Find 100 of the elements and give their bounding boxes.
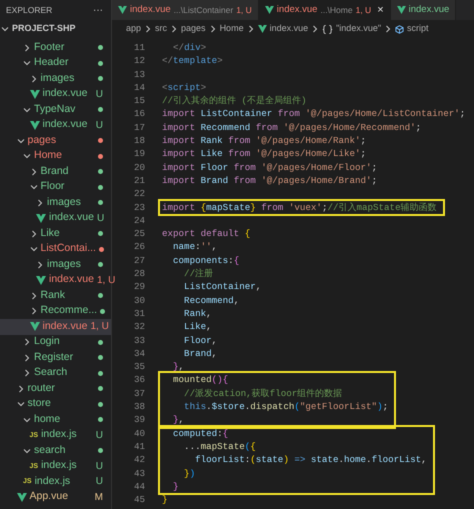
line-number: 19 xyxy=(134,148,145,160)
tree-item[interactable]: TypeNav xyxy=(0,102,111,118)
tree-item[interactable]: pages xyxy=(0,133,111,148)
vue-file-icon xyxy=(30,90,40,99)
line-number: 34 xyxy=(134,348,145,359)
tree-item[interactable]: Search xyxy=(0,366,111,381)
chevron-right-icon[interactable] xyxy=(36,260,44,269)
chevron-right-icon[interactable] xyxy=(16,384,24,393)
breadcrumb-item[interactable]: pages xyxy=(181,22,206,36)
vue-file-icon xyxy=(36,214,46,223)
tree-item[interactable]: Rank xyxy=(0,288,111,304)
chevron-right-icon[interactable] xyxy=(30,168,38,176)
chevron-down-icon[interactable] xyxy=(30,183,38,192)
chevron-down-icon[interactable] xyxy=(23,59,31,68)
git-status: 1, U xyxy=(90,320,109,334)
breadcrumb-item[interactable]: script xyxy=(407,22,429,36)
code-line: </template> xyxy=(162,55,223,66)
tree-item[interactable]: App.vue M xyxy=(0,490,111,505)
tree-item[interactable]: Register xyxy=(0,350,111,366)
line-number: 43 xyxy=(134,468,145,478)
chevron-right-icon[interactable] xyxy=(30,230,38,238)
tree-item[interactable]: index.vue U xyxy=(0,210,111,226)
chevron-right-icon[interactable] xyxy=(384,25,392,33)
breadcrumb-item[interactable]: Home xyxy=(220,22,244,36)
code-line: import Brand from '@/pages/Home/Brand'; xyxy=(162,174,378,186)
tree-item[interactable]: Floor xyxy=(0,180,111,195)
line-number: 29 xyxy=(134,281,145,292)
breadcrumb-item[interactable]: "index.vue" xyxy=(336,22,382,36)
tree-item[interactable]: Like xyxy=(0,226,111,242)
tree-item[interactable]: store xyxy=(0,396,111,412)
git-status: U xyxy=(96,428,103,443)
tree-item[interactable]: search xyxy=(0,443,111,458)
code-line: }) xyxy=(183,468,196,478)
tree-item[interactable]: images xyxy=(0,257,111,272)
chevron-right-icon[interactable] xyxy=(30,292,38,300)
code-line: name:'', xyxy=(172,241,218,252)
code-line: import Rank from '@/pages/Home/Rank'; xyxy=(162,135,366,146)
vue-file-icon xyxy=(30,120,40,130)
braces-icon xyxy=(322,24,334,34)
line-number: 23 xyxy=(134,202,145,213)
tree-item[interactable]: index.vue U xyxy=(0,118,111,133)
chevron-down-icon[interactable] xyxy=(23,446,31,455)
line-number: 30 xyxy=(134,294,145,306)
close-icon[interactable]: × xyxy=(377,2,384,18)
chevron-right-icon[interactable] xyxy=(23,354,31,362)
tree-item[interactable]: home xyxy=(0,412,111,428)
breadcrumb-item[interactable]: index.vue xyxy=(270,22,308,36)
editor-tab[interactable]: index.vue ...\ListContainer 1, U xyxy=(112,0,259,20)
chevron-down-icon[interactable] xyxy=(23,152,31,160)
chevron-right-icon[interactable] xyxy=(144,25,152,33)
tree-item[interactable]: images xyxy=(0,71,111,86)
vue-file-icon xyxy=(396,6,406,14)
tree-item[interactable]: Footer xyxy=(0,40,111,56)
editor-tab[interactable]: index.vue ...\Home 1, U × xyxy=(258,0,391,20)
chevron-down-icon[interactable] xyxy=(1,25,9,33)
tree-item[interactable]: images xyxy=(0,195,111,210)
chevron-right-icon[interactable] xyxy=(170,25,178,33)
tree-item[interactable]: router xyxy=(0,381,111,396)
tree-item[interactable]: index.vue U xyxy=(0,86,111,102)
code-line: components:{ xyxy=(172,254,240,266)
chevron-down-icon[interactable] xyxy=(16,400,24,408)
chevron-down-icon[interactable] xyxy=(30,245,38,254)
more-actions-button[interactable]: ··· xyxy=(93,2,103,18)
tree-item[interactable]: Home xyxy=(0,148,111,164)
chevron-down-icon[interactable] xyxy=(23,106,31,114)
chevron-right-icon[interactable] xyxy=(36,198,44,207)
breadcrumb-item[interactable]: src xyxy=(155,22,168,36)
chevron-right-icon[interactable] xyxy=(23,338,31,346)
chevron-right-icon[interactable] xyxy=(246,25,255,33)
sidebar-title: EXPLORER xyxy=(6,4,52,16)
tree-item[interactable]: index.vue 1, U xyxy=(0,319,111,334)
chevron-down-icon[interactable] xyxy=(16,136,24,145)
line-number: 31 xyxy=(134,308,145,319)
chevron-right-icon[interactable] xyxy=(30,307,38,316)
editor-tab[interactable]: index.vue xyxy=(390,0,456,20)
chevron-right-icon[interactable] xyxy=(23,369,31,378)
line-number: 38 xyxy=(134,401,145,412)
line-number: 24 xyxy=(134,214,145,226)
tree-item[interactable]: Header xyxy=(0,56,111,71)
chevron-right-icon[interactable] xyxy=(208,25,217,33)
breadcrumb-item[interactable]: app xyxy=(126,22,142,36)
code-line: Brand, xyxy=(183,348,218,359)
line-number: 45 xyxy=(134,494,145,506)
code-line: //派发cation,获取floor组件的数据 xyxy=(183,388,342,399)
tree-item[interactable]: Brand xyxy=(0,164,111,180)
line-number: 12 xyxy=(134,55,145,66)
tree-item[interactable]: Recomme... xyxy=(0,304,111,319)
chevron-right-icon[interactable] xyxy=(23,44,31,52)
line-number: 15 xyxy=(134,95,145,106)
chevron-right-icon[interactable] xyxy=(311,25,320,33)
line-number: 13 xyxy=(134,68,145,80)
code-line: mounted(){ xyxy=(172,374,228,386)
code-line: import Floor from '@/pages/Home/Floor'; xyxy=(162,162,378,173)
tree-item[interactable]: Login xyxy=(0,334,111,350)
tree-item[interactable]: ListContai... xyxy=(0,242,111,257)
code-line: ...mapState({ xyxy=(183,440,256,452)
chevron-down-icon[interactable] xyxy=(23,416,31,424)
project-header[interactable]: PROJECT-SHP xyxy=(0,20,111,38)
chevron-right-icon[interactable] xyxy=(30,74,38,83)
git-status: U xyxy=(96,212,104,226)
